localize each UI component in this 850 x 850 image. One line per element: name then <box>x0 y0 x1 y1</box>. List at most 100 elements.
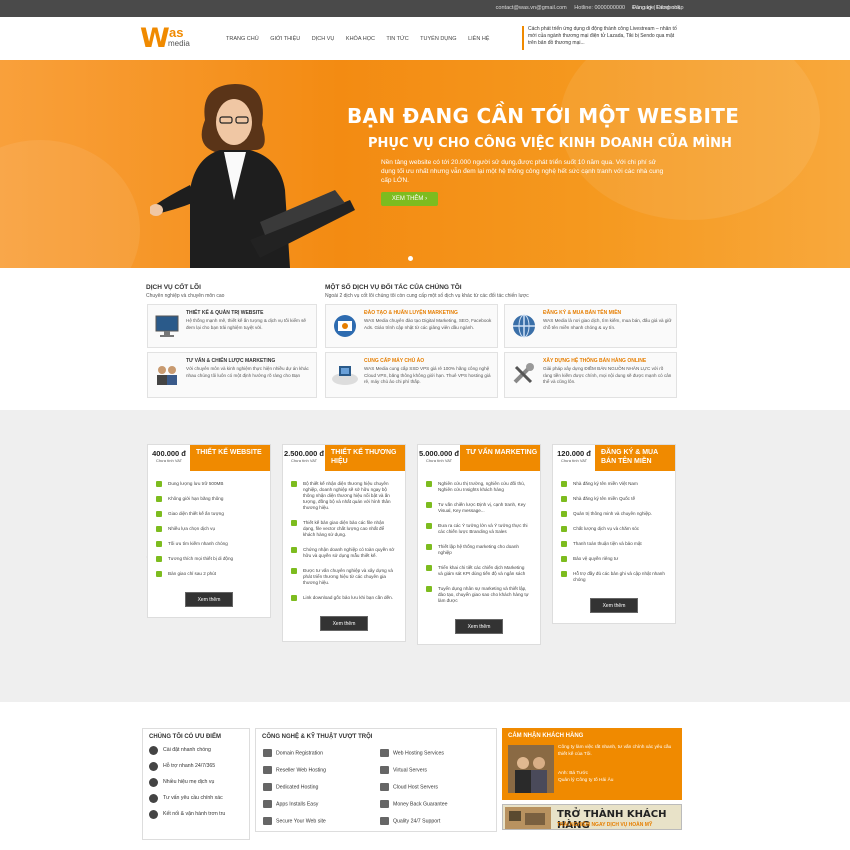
feature-item: Thiết lập hệ thống marketing cho doanh n… <box>426 544 530 556</box>
card-desc: Hệ thống mạnh mẽ, thiết kế ấn tượng & dị… <box>186 318 306 330</box>
plan-name: TƯ VẤN MARKETING <box>466 449 538 456</box>
nav-about[interactable]: GIỚI THIỆU <box>270 36 300 42</box>
technology-box: CÔNG NGHỆ & KỸ THUẬT VƯỢT TRỘI Domain Re… <box>255 728 497 832</box>
cloud-server-icon <box>332 366 358 385</box>
price-unit: Chưa tính VAT <box>155 458 183 463</box>
card-desc: Giải pháp xây dựng ĐIỀM BÁN NGUỒN NHÂN L… <box>543 366 672 384</box>
news-ticker[interactable]: Cách phát triển ứng dụng di động thành c… <box>522 26 682 50</box>
core-subtitle: Chuyên nghiệp và chuyên môn cao <box>146 293 225 299</box>
top-email[interactable]: contact@was.vn@gmail.com <box>496 5 567 11</box>
become-customer-banner[interactable]: TRỞ THÀNH KHÁCH HÀNG TRẢI NGHIỆM NGAY DỊ… <box>502 804 682 831</box>
pricing-card-branding: 2.500.000 đ Chưa tính VAT THIẾT KẾ THƯƠNG… <box>282 444 406 642</box>
advantage-item: Tư vấn yêu cầu chính xác <box>143 793 249 809</box>
partner-card-vps[interactable]: CUNG CẤP MÁY CHỦ ẢO WAS Media cung cấp S… <box>325 352 498 398</box>
card-title: ĐÀO TẠO & HUẤN LUYỆN MARKETING <box>364 310 458 316</box>
feature-item: Nghiên cứu thị trường, nghiên cứu đối th… <box>426 481 530 493</box>
plan-name: THIẾT KẾ WEBSITE <box>196 449 262 456</box>
feature-list: Nhà đăng ký tên miền Việt Nam Nhà đăng k… <box>553 471 675 598</box>
core-title: DỊCH VỤ CỐT LÕI <box>146 284 201 291</box>
logo[interactable]: W as media <box>140 23 202 54</box>
tech-label: Virtual Servers <box>393 767 427 774</box>
monitor-icon <box>155 315 179 337</box>
cta-subtitle: TRẢI NGHIỆM NGAY DỊCH VỤ HOÀN MỸ <box>557 822 653 828</box>
hero-banner: BẠN ĐANG CẦN TỚI MỘT WESBITE PHỤC VỤ CHO… <box>0 60 850 268</box>
feature-item: Thanh toán thuận tiện và bảo mật <box>561 541 665 547</box>
card-title: TƯ VẤN & CHIẾN LƯỢC MARKETING <box>186 358 276 364</box>
feature-item: Tư vấn chiến lược Định vị, cạnh tranh, K… <box>426 502 530 514</box>
logo-as: as <box>169 25 184 40</box>
feature-item: Nhà đăng ký tên miền Việt Nam <box>561 481 665 487</box>
businesswoman-image <box>150 84 355 268</box>
feature-item: Giao diện thiết kế ấn tượng <box>156 511 260 517</box>
feature-list: Bộ thiết kế nhận diện thương hiệu chuyên… <box>283 471 405 616</box>
nav-jobs[interactable]: TUYỂN DỤNG <box>420 36 456 42</box>
training-icon <box>334 315 356 337</box>
card-title: ĐĂNG KÝ & MUA BÁN TÊN MIỀN <box>543 310 622 316</box>
customer-photo <box>508 745 554 793</box>
hero-title: BẠN ĐANG CẦN TỚI MỘT WESBITE <box>347 104 740 128</box>
card-title: CUNG CẤP MÁY CHỦ ẢO <box>364 358 425 364</box>
nav-services[interactable]: DỊCH VỤ <box>312 36 335 42</box>
top-hotline: Hotline: 0000000000 <box>574 5 626 11</box>
feature-item: Quản trị thông minh và chuyên nghiệp. <box>561 511 665 517</box>
feature-item: Bộ thiết kế nhận diện thương hiệu chuyên… <box>291 481 395 511</box>
tech-item: Money Back Guarantee <box>380 800 448 808</box>
support-icon <box>380 817 389 825</box>
card-desc: WAS Media chuyên đào tạo Digital Marketi… <box>364 318 492 330</box>
card-desc: WAS Media cung cấp SSD VPS giá rẻ 100% h… <box>364 366 491 384</box>
advantage-item: Nhiều hiệu mẹ dịch vụ <box>143 777 249 793</box>
core-card-marketing[interactable]: TƯ VẤN & CHIẾN LƯỢC MARKETING Với chuyên… <box>147 352 317 398</box>
view-more-button[interactable]: Xem thêm <box>320 616 368 631</box>
view-more-button[interactable]: Xem thêm <box>185 592 233 607</box>
tech-item: Quality 24/7 Support <box>380 817 440 825</box>
slider-dot[interactable] <box>408 256 413 261</box>
main-nav: TRANG CHỦ GIỚI THIỆU DỊCH VỤ KHÓA HỌC TI… <box>226 36 499 42</box>
price-value: 120.000 đ <box>557 449 591 458</box>
price-tag: 2.500.000 đ Chưa tính VAT <box>283 445 325 471</box>
nav-contact[interactable]: LIÊN HỆ <box>468 36 489 42</box>
partner-card-training[interactable]: ĐÀO TẠO & HUẤN LUYỆN MARKETING WAS Media… <box>325 304 498 348</box>
technology-title: CÔNG NGHỆ & KỸ THUẬT VƯỢT TRỘI <box>262 734 373 740</box>
core-card-web[interactable]: THIẾT KẾ & QUẢN TRỊ WEBSITE Hệ thống mạn… <box>147 304 317 348</box>
plan-name: ĐĂNG KÝ & MUA BÁN TÊN MIỀN <box>601 449 658 465</box>
bottom-section: CHÚNG TÔI CÓ ƯU ĐIỂM Cài đặt nhanh chóng… <box>0 702 850 850</box>
web-hosting-icon <box>380 749 389 757</box>
tech-label: Secure Your Web site <box>276 818 326 825</box>
nav-home[interactable]: TRANG CHỦ <box>226 36 259 42</box>
testimonial-author: Anh: Bá Tước Quản lý Công ty tố Hải Âu <box>558 771 676 784</box>
feature-item: Triển khai chi tiết các chiến dịch Marke… <box>426 565 530 577</box>
feature-item: Bảo vệ quyền riêng tư <box>561 556 665 562</box>
advantage-item: Hỗ trợ nhanh 24/7/365 <box>143 761 249 777</box>
globe-icon <box>513 314 535 338</box>
pricing-card-website: 400.000 đ Chưa tính VAT THIẾT KẾ WEBSITE … <box>147 444 271 618</box>
partner-card-sales[interactable]: XÂY DỰNG HỆ THỐNG BÁN HÀNG ONLINE Giải p… <box>504 352 677 398</box>
view-more-button[interactable]: Xem thêm <box>590 598 638 613</box>
plan-name: THIẾT KẾ THƯƠNG HIỆU <box>331 449 397 465</box>
price-tag: 5.000.000 đ Chưa tính VAT <box>418 445 460 471</box>
tech-item: Virtual Servers <box>380 766 427 774</box>
nav-news[interactable]: TIN TỨC <box>386 36 408 42</box>
nav-courses[interactable]: KHÓA HỌC <box>346 36 375 42</box>
feature-item: Hỗ trợ đầy đủ các bản ghi và cập nhật nh… <box>561 571 665 583</box>
price-tag: 400.000 đ Chưa tính VAT <box>148 445 190 471</box>
price-unit: Chưa tính VAT <box>425 458 453 463</box>
logo-media: media <box>168 39 190 48</box>
login-link[interactable]: Đăng ký | Đăng nhập <box>632 5 684 11</box>
hero-more-button[interactable]: XEM THÊM › <box>381 192 438 206</box>
tech-label: Cloud Host Servers <box>393 784 438 791</box>
core-services: DỊCH VỤ CỐT LÕI Chuyên nghiệp và chuyên … <box>146 284 318 299</box>
price-unit: Chưa tính VAT <box>290 458 318 463</box>
tech-label: Web Hosting Services <box>393 750 444 757</box>
feature-item: Thiết kế bản giao diện bảo các file nhận… <box>291 520 395 538</box>
feature-item: Nhà đăng ký tên miền Quốc tế <box>561 496 665 502</box>
partner-subtitle: Ngoài 2 dịch vụ cốt lõi chúng tôi còn cu… <box>325 293 529 299</box>
feature-item: Không giới hạn băng thông <box>156 496 260 502</box>
feature-item: Dung lượng lưu trữ 500MB <box>156 481 260 487</box>
pricing-card-domain: 120.000 đ Chưa tính VAT ĐĂNG KÝ & MUA BÁN… <box>552 444 676 624</box>
feature-list: Nghiên cứu thị trường, nghiên cứu đối th… <box>418 471 540 619</box>
view-more-button[interactable]: Xem thêm <box>455 619 503 634</box>
feature-item: Nhiều lựa chọn dịch vụ <box>156 526 260 532</box>
partner-services: MỘT SỐ DỊCH VỤ ĐỐI TÁC CỦA CHÚNG TÔI Ngo… <box>325 284 685 299</box>
partner-card-domain[interactable]: ĐĂNG KÝ & MUA BÁN TÊN MIỀN WAS Media là … <box>504 304 677 348</box>
feature-item: Tuyển dụng nhân sự marketing và thiết lậ… <box>426 586 530 604</box>
